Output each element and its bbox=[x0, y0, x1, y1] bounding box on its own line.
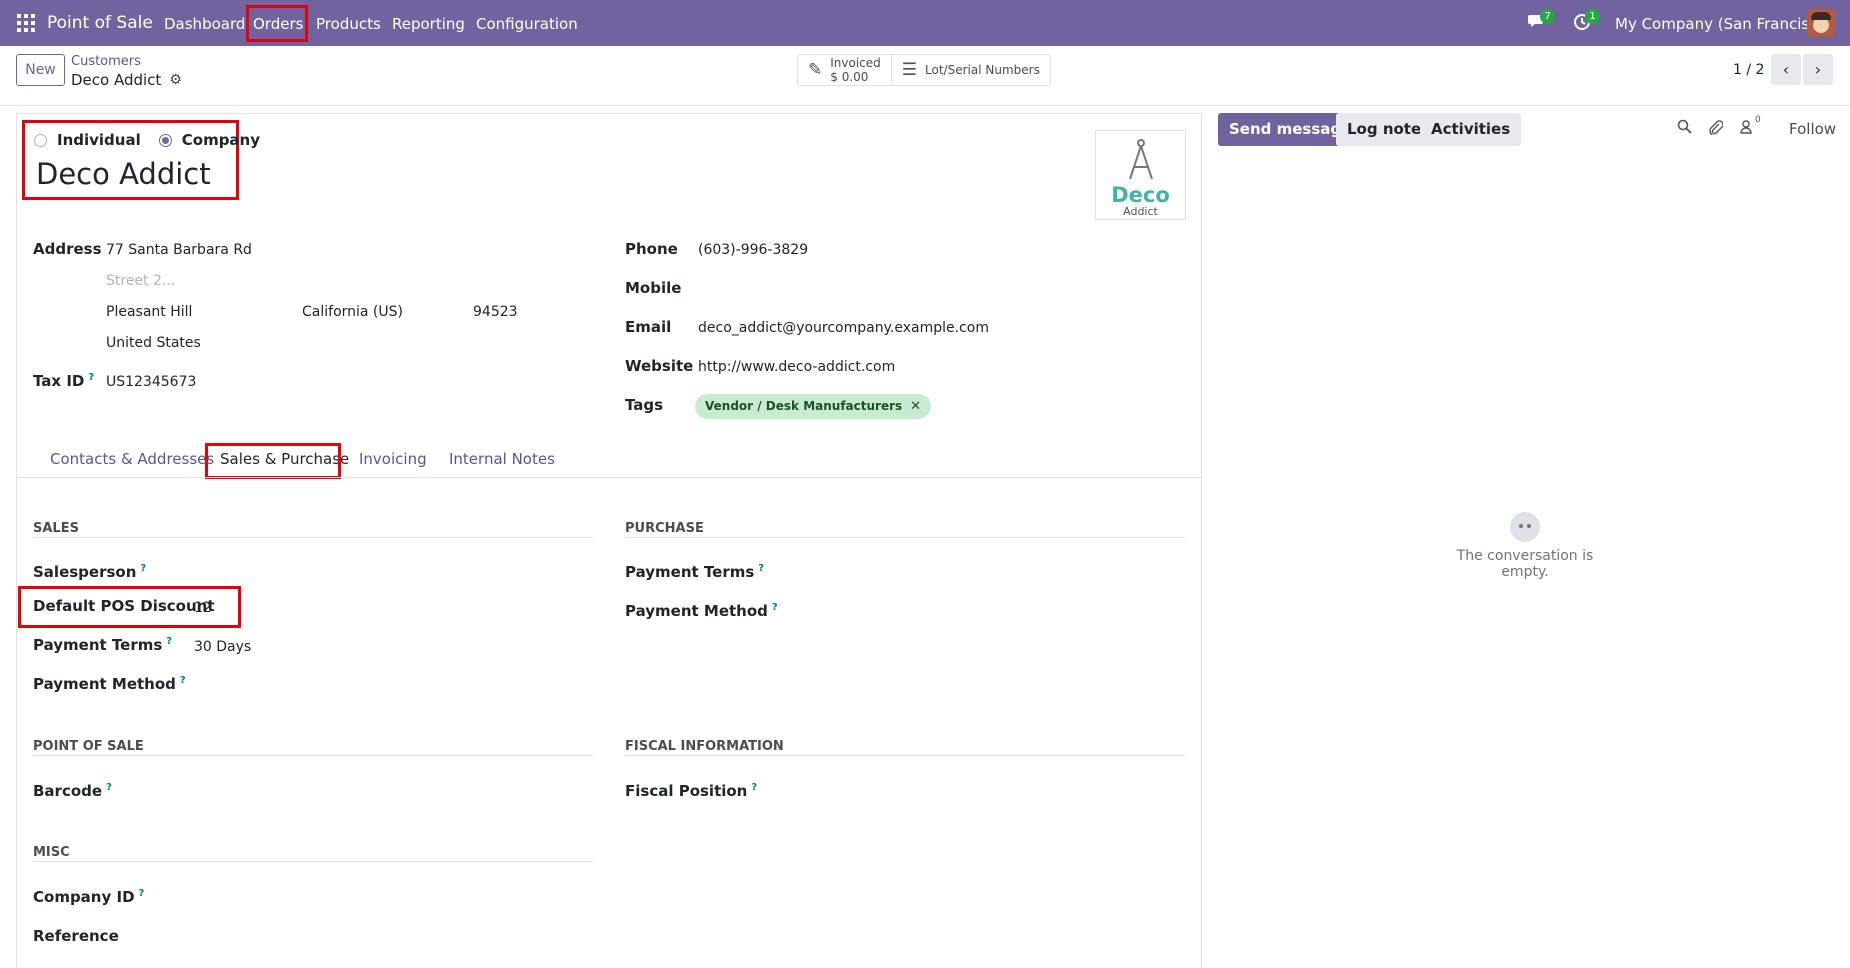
activities-button[interactable]: Activities bbox=[1420, 113, 1522, 146]
tag-vendor-desk: Vendor / Desk Manufacturers ✕ bbox=[695, 394, 932, 419]
breadcrumb-current: Deco Addict ⚙ bbox=[71, 71, 182, 89]
pager-value[interactable]: 1 / 2 bbox=[1733, 62, 1764, 78]
mobile-label: Mobile bbox=[625, 279, 682, 297]
log-note-button[interactable]: Log note bbox=[1336, 113, 1433, 146]
website-label: Website bbox=[625, 357, 694, 375]
breadcrumb-customers[interactable]: Customers bbox=[71, 54, 141, 69]
control-panel: New Customers Deco Addict ⚙ ✎ Invoiced $… bbox=[0, 46, 1850, 106]
mobile-field[interactable] bbox=[698, 281, 1178, 299]
salesperson-field[interactable] bbox=[193, 565, 593, 583]
company-type-radio: Individual Company bbox=[34, 131, 260, 149]
search-icon[interactable] bbox=[1677, 119, 1692, 138]
paperclip-icon[interactable] bbox=[1708, 119, 1724, 139]
default-pos-discount-label: Default POS Discount bbox=[33, 597, 215, 615]
tab-divider bbox=[16, 477, 1202, 478]
fiscal-position-label: Fiscal Position? bbox=[625, 782, 758, 800]
company-id-label: Company ID? bbox=[33, 888, 145, 906]
zip-field[interactable]: 94523 bbox=[473, 304, 518, 320]
menu-dashboard[interactable]: Dashboard bbox=[164, 15, 245, 33]
sales-payment-terms-field[interactable]: 30 Days bbox=[194, 639, 251, 655]
misc-section-rule bbox=[33, 861, 593, 862]
phone-label: Phone bbox=[625, 240, 678, 258]
menu-configuration[interactable]: Configuration bbox=[476, 15, 578, 33]
tax-id-field[interactable]: US12345673 bbox=[106, 374, 196, 390]
purchase-payment-terms-label: Payment Terms? bbox=[625, 563, 765, 581]
default-pos-discount-field[interactable]: 12 bbox=[194, 600, 212, 616]
purchase-section-title: PURCHASE bbox=[625, 521, 704, 536]
address-label: Address bbox=[33, 240, 102, 258]
radio-individual[interactable] bbox=[34, 133, 47, 147]
street2-field[interactable]: Street 2... bbox=[106, 273, 175, 289]
pos-section-title: POINT OF SALE bbox=[33, 739, 144, 754]
invoiced-label: Invoiced bbox=[830, 56, 881, 70]
email-field[interactable]: deco_addict@yourcompany.example.com bbox=[698, 320, 989, 336]
tax-id-label: Tax ID? bbox=[33, 372, 95, 390]
breadcrumb-current-label: Deco Addict bbox=[71, 71, 162, 89]
reference-label: Reference bbox=[33, 927, 119, 945]
sales-payment-terms-label: Payment Terms? bbox=[33, 636, 173, 654]
sales-section-title: SALES bbox=[33, 521, 79, 536]
tags-label: Tags bbox=[625, 396, 664, 414]
empty-conversation-icon bbox=[1510, 512, 1540, 542]
apps-menu-icon[interactable] bbox=[17, 14, 35, 32]
empty-conversation-text: The conversation is empty. bbox=[1456, 548, 1594, 580]
country-field[interactable]: United States bbox=[106, 335, 201, 351]
messages-badge: 7 bbox=[1540, 9, 1555, 24]
barcode-label: Barcode? bbox=[33, 782, 112, 800]
tag-remove-icon[interactable]: ✕ bbox=[910, 394, 921, 419]
company-switcher[interactable]: My Company (San Francisco) bbox=[1615, 15, 1832, 33]
invoiced-value: $ 0.00 bbox=[830, 70, 869, 84]
email-label: Email bbox=[625, 318, 672, 336]
activities-icon[interactable]: 1 bbox=[1573, 9, 1600, 34]
logo-word: Deco bbox=[1111, 183, 1170, 207]
follow-button[interactable]: Follow bbox=[1789, 120, 1836, 138]
street-field[interactable]: 77 Santa Barbara Rd bbox=[106, 242, 252, 258]
partner-logo[interactable]: Deco Addict bbox=[1095, 130, 1186, 220]
app-title[interactable]: Point of Sale bbox=[47, 13, 153, 33]
tab-highlight-box bbox=[205, 443, 341, 479]
website-field[interactable]: http://www.deco-addict.com bbox=[698, 359, 895, 375]
compass-logo-icon bbox=[1129, 139, 1153, 180]
followers-count: 0 bbox=[1755, 115, 1761, 125]
phone-field[interactable]: (603)-996-3829 bbox=[698, 242, 808, 258]
messages-icon[interactable]: 7 bbox=[1528, 9, 1555, 34]
tab-internal-notes[interactable]: Internal Notes bbox=[449, 450, 555, 468]
radio-individual-label[interactable]: Individual bbox=[57, 131, 141, 149]
followers-icon[interactable]: 0 bbox=[1739, 115, 1761, 138]
purchase-section-rule bbox=[625, 537, 1185, 538]
lot-serial-smart-button[interactable]: ☰ Lot/Serial Numbers bbox=[892, 55, 1050, 85]
misc-section-title: MISC bbox=[33, 845, 70, 860]
radio-company-label[interactable]: Company bbox=[182, 131, 260, 149]
tab-invoicing[interactable]: Invoicing bbox=[359, 450, 427, 468]
purchase-payment-method-label: Payment Method? bbox=[625, 602, 778, 620]
tab-contacts-addresses[interactable]: Contacts & Addresses bbox=[50, 450, 214, 468]
orders-highlight-box bbox=[246, 5, 308, 42]
gear-icon[interactable]: ⚙ bbox=[169, 72, 182, 88]
activities-badge: 1 bbox=[1585, 9, 1600, 24]
list-icon: ☰ bbox=[901, 60, 918, 80]
salesperson-label: Salesperson? bbox=[33, 563, 147, 581]
menu-products[interactable]: Products bbox=[316, 15, 381, 33]
menu-reporting[interactable]: Reporting bbox=[392, 15, 465, 33]
fiscal-section-title: FISCAL INFORMATION bbox=[625, 739, 784, 754]
city-field[interactable]: Pleasant Hill bbox=[106, 304, 192, 320]
pos-section-rule bbox=[33, 755, 593, 756]
state-field[interactable]: California (US) bbox=[302, 304, 403, 320]
pager-previous-button[interactable]: ‹ bbox=[1771, 54, 1801, 85]
partner-name-field[interactable]: Deco Addict bbox=[36, 157, 211, 191]
new-button[interactable]: New bbox=[16, 54, 65, 86]
tag-label: Vendor / Desk Manufacturers bbox=[705, 399, 903, 413]
fiscal-section-rule bbox=[625, 755, 1185, 756]
lot-serial-label: Lot/Serial Numbers bbox=[925, 63, 1040, 77]
pager-next-button[interactable]: › bbox=[1803, 54, 1833, 85]
sales-payment-method-label: Payment Method? bbox=[33, 675, 186, 693]
logo-subtext: Addict bbox=[1123, 205, 1158, 218]
invoiced-smart-button[interactable]: ✎ Invoiced $ 0.00 bbox=[798, 55, 892, 85]
pencil-square-icon: ✎ bbox=[808, 60, 823, 80]
smart-buttons: ✎ Invoiced $ 0.00 ☰ Lot/Serial Numbers bbox=[797, 54, 1051, 86]
sales-section-rule bbox=[33, 537, 593, 538]
user-avatar[interactable] bbox=[1807, 9, 1835, 37]
top-navbar: Point of Sale Dashboard Orders Products … bbox=[0, 0, 1850, 46]
radio-company[interactable] bbox=[158, 133, 172, 147]
